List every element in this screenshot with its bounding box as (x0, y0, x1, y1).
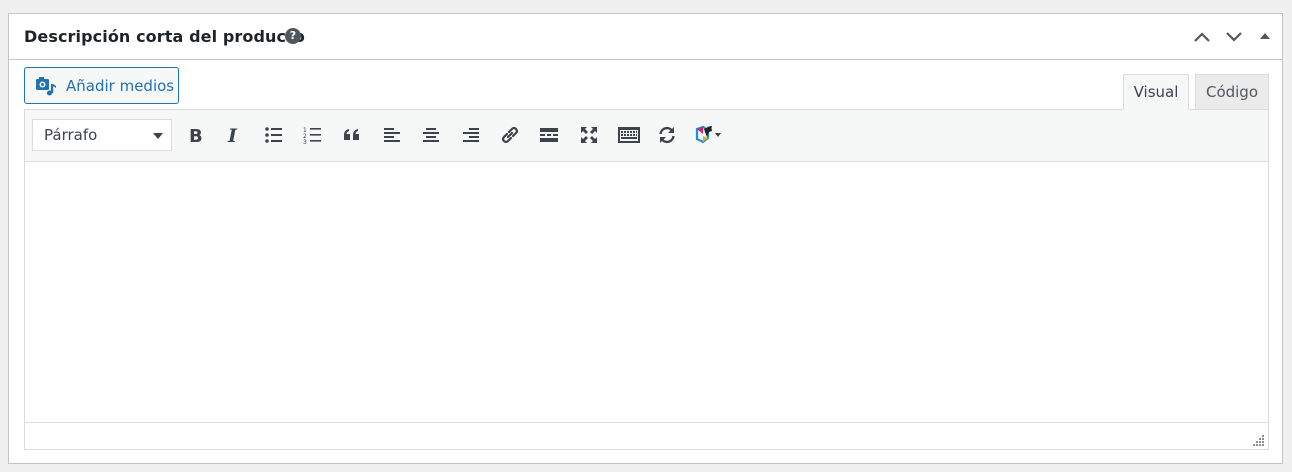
align-left-button[interactable] (377, 120, 407, 150)
link-icon (501, 126, 519, 144)
editor-statusbar (25, 422, 1268, 449)
align-center-button[interactable] (416, 120, 446, 150)
numbered-list-button[interactable]: 1 2 3 (298, 120, 328, 150)
toggle-panel-button[interactable] (1255, 24, 1275, 50)
fullscreen-icon (581, 127, 597, 143)
italic-button[interactable]: I (219, 120, 249, 150)
read-more-icon (540, 128, 558, 142)
align-right-button[interactable] (456, 120, 486, 150)
editor-toolbar: Párrafo B I 1 2 3 (25, 110, 1268, 162)
toolbar-toggle-icon (618, 127, 640, 143)
fullscreen-button[interactable] (574, 120, 604, 150)
add-media-label: Añadir medios (66, 77, 175, 95)
blockquote-icon (344, 129, 359, 140)
editor-content-area[interactable] (25, 162, 1268, 423)
plugin-menu-button[interactable] (692, 120, 740, 150)
blockquote-button[interactable] (337, 120, 367, 150)
align-right-icon (463, 128, 479, 142)
format-select-value: Párrafo (44, 126, 98, 144)
tab-visual[interactable]: Visual (1123, 74, 1189, 110)
triangle-up-icon (1260, 33, 1270, 39)
align-left-icon (384, 128, 400, 142)
rich-text-editor: Párrafo B I 1 2 3 (24, 109, 1269, 450)
tab-code[interactable]: Código (1195, 74, 1269, 110)
align-center-icon (423, 128, 439, 142)
chevron-down-icon (1226, 32, 1242, 42)
caret-down-icon (153, 133, 163, 139)
resize-handle-icon[interactable] (1253, 434, 1265, 446)
help-icon[interactable]: ? (285, 28, 301, 44)
metabox-title: Descripción corta del producto (24, 27, 305, 46)
short-description-metabox: Descripción corta del producto ? Añadir … (8, 13, 1283, 464)
add-media-icon (36, 77, 56, 96)
plugin-icon (695, 125, 721, 144)
svg-text:3: 3 (303, 139, 307, 145)
bulleted-list-button[interactable] (259, 120, 289, 150)
refresh-icon (659, 126, 675, 144)
svg-text:B: B (189, 126, 203, 145)
add-media-button[interactable]: Añadir medios (24, 67, 179, 104)
metabox-header: Descripción corta del producto ? (9, 14, 1282, 60)
move-down-button[interactable] (1222, 24, 1246, 50)
bold-button[interactable]: B (180, 120, 210, 150)
bold-icon: B (189, 126, 203, 145)
chevron-up-icon (1194, 32, 1210, 42)
read-more-button[interactable] (534, 120, 564, 150)
refresh-button[interactable] (652, 120, 682, 150)
svg-text:I: I (227, 125, 238, 145)
numbered-list-icon: 1 2 3 (303, 127, 321, 145)
move-up-button[interactable] (1190, 24, 1214, 50)
italic-icon: I (227, 125, 238, 145)
insert-link-button[interactable] (495, 120, 525, 150)
bulleted-list-icon (265, 127, 282, 143)
paragraph-format-select[interactable]: Párrafo (32, 119, 172, 151)
toolbar-toggle-button[interactable] (613, 120, 643, 150)
